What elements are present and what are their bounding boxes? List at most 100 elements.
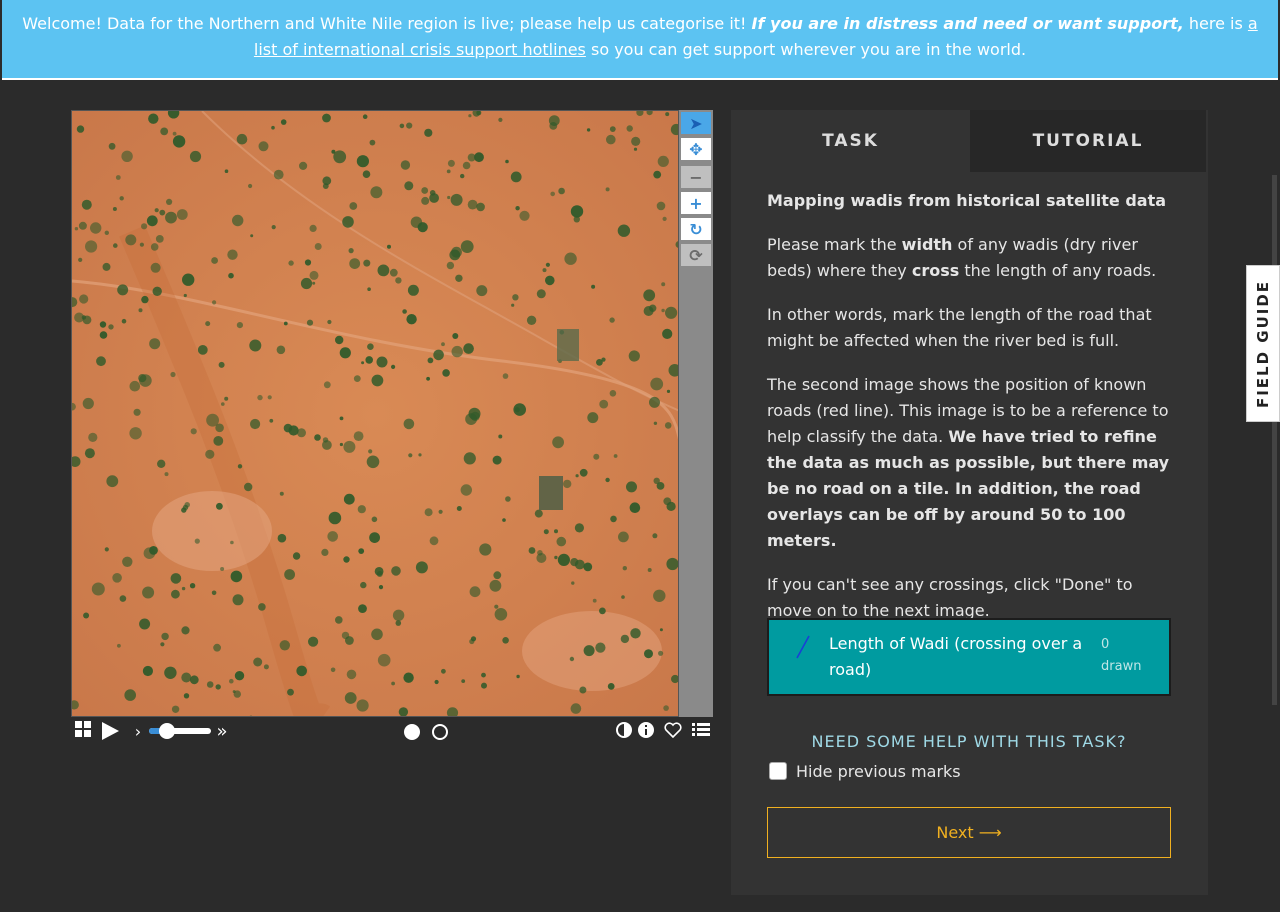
help-link[interactable]: NEED SOME HELP WITH THIS TASK? bbox=[767, 732, 1171, 751]
vegetation-patch bbox=[479, 543, 492, 556]
vegetation-patch bbox=[450, 193, 463, 206]
rotate-icon[interactable]: ↻ bbox=[681, 218, 711, 240]
vegetation-patch bbox=[395, 277, 402, 284]
zoom-out-icon[interactable]: − bbox=[681, 166, 711, 188]
vegetation-patch bbox=[236, 133, 248, 145]
zoom-in-icon[interactable]: + bbox=[681, 192, 711, 214]
vegetation-patch bbox=[138, 374, 147, 383]
vegetation-patch bbox=[451, 345, 463, 358]
vegetation-patch bbox=[429, 536, 439, 546]
vegetation-patch bbox=[205, 321, 211, 327]
vegetation-patch bbox=[288, 260, 294, 266]
vegetation-patch bbox=[172, 135, 186, 148]
vegetation-patch bbox=[653, 589, 666, 602]
vegetation-patch bbox=[365, 356, 374, 364]
vegetation-patch bbox=[362, 170, 371, 178]
vegetation-patch bbox=[228, 272, 234, 279]
vegetation-patch bbox=[643, 306, 654, 316]
vegetation-patch bbox=[250, 234, 254, 238]
vegetation-patch bbox=[476, 202, 485, 212]
vegetation-patch bbox=[460, 240, 474, 254]
field-guide-tab[interactable]: FIELD GUIDE bbox=[1246, 265, 1280, 422]
vegetation-patch bbox=[216, 502, 223, 510]
contrast-icon[interactable] bbox=[615, 721, 633, 739]
vegetation-patch bbox=[387, 244, 391, 249]
hide-marks-checkbox[interactable] bbox=[769, 762, 787, 780]
vegetation-patch bbox=[197, 345, 208, 355]
vegetation-patch bbox=[557, 553, 570, 566]
vegetation-patch bbox=[536, 289, 546, 299]
vegetation-patch bbox=[164, 666, 177, 679]
vegetation-patch bbox=[662, 216, 667, 221]
vegetation-patch bbox=[545, 275, 555, 286]
vegetation-patch bbox=[489, 579, 502, 592]
vegetation-patch bbox=[227, 249, 238, 260]
vegetation-patch bbox=[250, 418, 261, 430]
vegetation-patch bbox=[104, 547, 109, 552]
vegetation-patch bbox=[81, 315, 87, 320]
vegetation-patch bbox=[181, 626, 190, 635]
vegetation-patch bbox=[308, 636, 319, 647]
vegetation-patch bbox=[369, 139, 376, 146]
hide-previous-marks[interactable]: Hide previous marks bbox=[769, 760, 961, 782]
list-icon[interactable] bbox=[691, 721, 711, 739]
vegetation-patch bbox=[150, 243, 159, 251]
vegetation-patch bbox=[498, 434, 503, 439]
vegetation-patch bbox=[124, 689, 136, 701]
vegetation-patch bbox=[81, 199, 92, 210]
vegetation-patch bbox=[220, 567, 225, 571]
vegetation-patch bbox=[149, 338, 161, 350]
vegetation-patch bbox=[339, 347, 351, 359]
vegetation-patch bbox=[314, 243, 322, 250]
reset-icon[interactable]: ⟳ bbox=[681, 244, 711, 266]
vegetation-patch bbox=[658, 650, 664, 656]
vegetation-patch bbox=[463, 343, 474, 354]
vegetation-patch bbox=[362, 114, 368, 119]
play-icon[interactable] bbox=[99, 720, 121, 742]
page-scrollbar[interactable] bbox=[1272, 175, 1277, 705]
vegetation-patch bbox=[451, 246, 462, 258]
vegetation-patch bbox=[112, 573, 122, 583]
frame-1-dot[interactable] bbox=[403, 723, 421, 741]
vegetation-patch bbox=[90, 222, 102, 234]
vegetation-patch bbox=[620, 634, 630, 644]
vegetation-patch bbox=[528, 547, 536, 554]
vegetation-patch bbox=[221, 402, 225, 406]
tab-tutorial[interactable]: TUTORIAL bbox=[970, 110, 1206, 172]
slower-icon[interactable]: › bbox=[131, 722, 145, 741]
frame-2-dot[interactable] bbox=[431, 723, 449, 741]
vegetation-patch bbox=[548, 115, 560, 126]
vegetation-patch bbox=[343, 556, 350, 563]
tab-task[interactable]: TASK bbox=[731, 110, 970, 172]
banner-emphasis: If you are in distress and need or want … bbox=[751, 14, 1184, 33]
move-icon[interactable]: ✥ bbox=[681, 138, 711, 160]
vegetation-patch bbox=[371, 628, 383, 641]
vegetation-patch bbox=[460, 173, 465, 179]
vegetation-patch bbox=[327, 319, 332, 325]
vegetation-patch bbox=[644, 649, 653, 659]
vegetation-patch bbox=[304, 259, 312, 266]
vegetation-patch bbox=[505, 496, 511, 502]
line-tool-icon bbox=[796, 635, 810, 659]
vegetation-patch bbox=[593, 453, 600, 460]
vegetation-patch bbox=[408, 453, 413, 458]
grid-icon[interactable] bbox=[75, 721, 91, 737]
favourite-icon[interactable] bbox=[663, 721, 683, 739]
vegetation-patch bbox=[649, 396, 660, 408]
speed-slider[interactable] bbox=[147, 723, 215, 739]
vegetation-patch bbox=[155, 235, 164, 243]
satellite-image[interactable] bbox=[71, 110, 679, 717]
info-icon[interactable] bbox=[637, 721, 655, 739]
faster-icon[interactable]: » bbox=[214, 721, 230, 742]
vegetation-patch bbox=[592, 598, 597, 603]
vegetation-patch bbox=[322, 183, 329, 189]
instruction-paragraph-1: Please mark the width of any wadis (dry … bbox=[767, 235, 1157, 280]
next-button[interactable]: Next ⟶ bbox=[767, 807, 1171, 858]
vegetation-patch bbox=[583, 645, 595, 657]
vegetation-patch bbox=[331, 149, 336, 154]
task-title: Mapping wadis from historical satellite … bbox=[767, 191, 1167, 210]
vegetation-patch bbox=[587, 412, 599, 424]
wadi-length-tool[interactable]: Length of Wadi (crossing over a road) 0d… bbox=[767, 618, 1171, 696]
pointer-icon[interactable]: ➤ bbox=[681, 112, 711, 134]
vegetation-patch bbox=[378, 585, 384, 590]
